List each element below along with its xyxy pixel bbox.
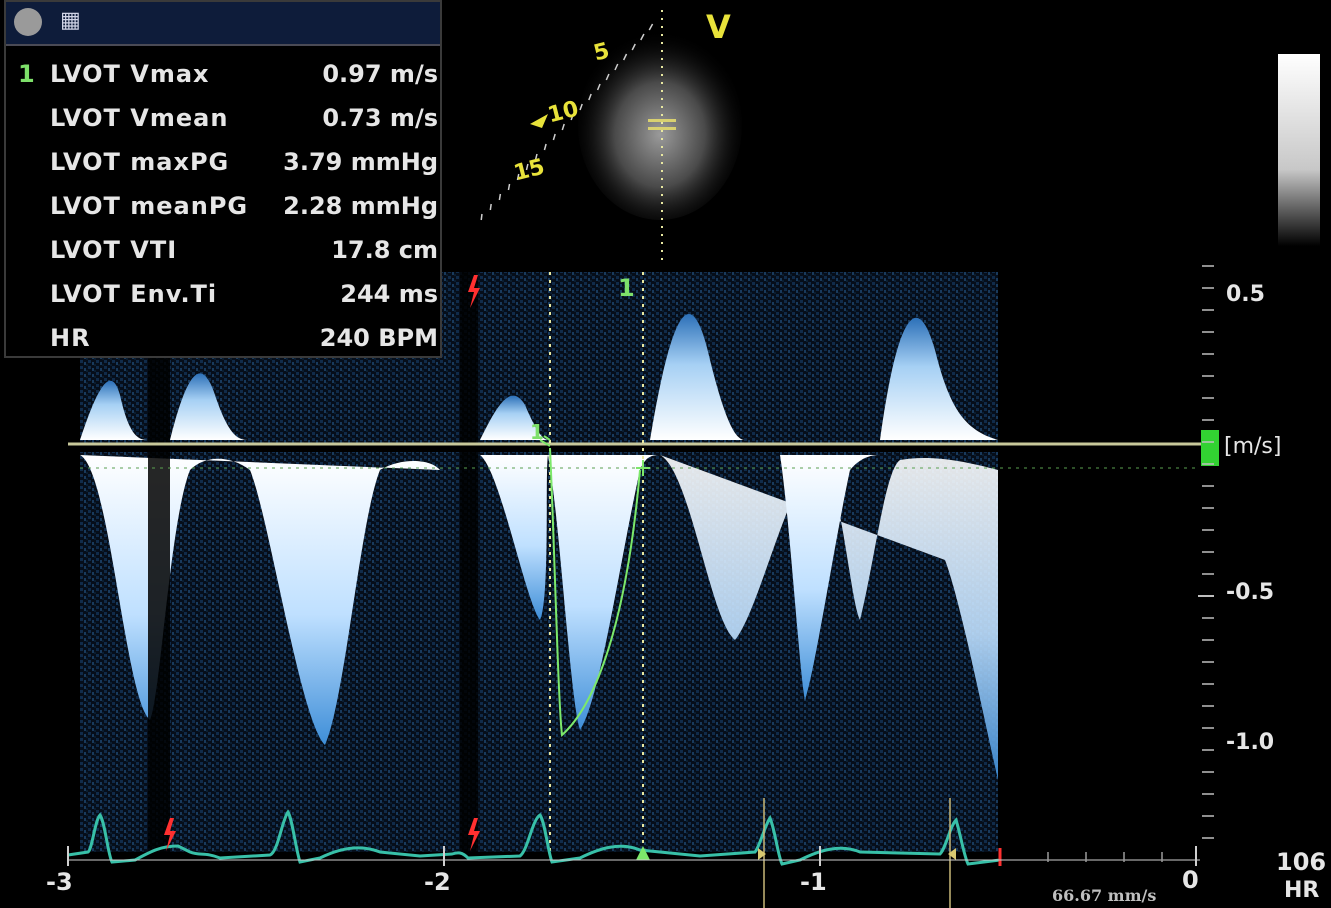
measurement-label: LVOT VTI — [50, 236, 178, 264]
time-label-zero: 0 — [1182, 866, 1199, 894]
sample-volume-bottom — [648, 127, 676, 130]
measurement-row[interactable]: HR 240 BPM — [6, 316, 442, 360]
depth-tick — [648, 23, 654, 31]
time-label-minus-1: -1 — [800, 868, 827, 896]
depth-tick — [507, 183, 511, 191]
bmode-sector — [480, 10, 742, 265]
time-label-minus-2: -2 — [424, 868, 451, 896]
measurement-row[interactable]: LVOT meanPG 2.28 mmHg — [6, 184, 442, 228]
velocity-scale — [1198, 265, 1214, 839]
orientation-marker: V — [706, 8, 731, 46]
depth-tick — [543, 143, 547, 151]
measurement-panel: ▦ 1 LVOT Vmax 0.97 m/s LVOT Vmean 0.73 m/s LV… — [4, 0, 442, 358]
spectrum-gap — [460, 272, 478, 852]
scale-label-negative-one: -1.0 — [1226, 730, 1275, 755]
depth-tick — [498, 193, 502, 201]
scale-label-negative-half: -0.5 — [1226, 580, 1275, 605]
focus-triangle-icon — [530, 114, 548, 128]
baseline-handle[interactable] — [1201, 430, 1219, 466]
depth-tick — [480, 213, 483, 221]
measurement-label: LVOT maxPG — [50, 148, 230, 176]
record-button[interactable] — [14, 8, 42, 36]
scale-unit-label: [m/s] — [1224, 434, 1282, 459]
measurement-row[interactable]: LVOT maxPG 3.79 mmHg — [6, 140, 442, 184]
measurement-label: LVOT Vmax — [50, 60, 210, 88]
heart-rate-label: HR — [1284, 878, 1320, 903]
measurement-label: LVOT meanPG — [50, 192, 249, 220]
depth-tick — [489, 203, 492, 211]
sample-volume-top — [648, 119, 676, 122]
measurement-row[interactable]: 1 LVOT Vmax 0.97 m/s — [6, 52, 442, 96]
measurement-row[interactable]: LVOT Vmean 0.73 m/s — [6, 96, 442, 140]
measurement-value: 2.28 mmHg — [283, 192, 438, 220]
measurement-row[interactable]: LVOT Env.Ti 244 ms — [6, 272, 442, 316]
grayscale-bar — [1278, 54, 1320, 246]
measurement-value: 244 ms — [340, 280, 438, 308]
measurement-value: 17.8 cm — [331, 236, 438, 264]
measurement-value: 0.97 m/s — [322, 60, 438, 88]
measurement-value: 3.79 mmHg — [283, 148, 438, 176]
calculator-icon[interactable]: ▦ — [60, 6, 90, 36]
measurement-label: LVOT Env.Ti — [50, 280, 218, 308]
measurement-value: 0.73 m/s — [322, 104, 438, 132]
measurement-panel-titlebar: ▦ — [6, 2, 440, 46]
heart-rate-value: 106 — [1276, 848, 1327, 876]
depth-tick — [552, 133, 556, 141]
scale-label-positive: 0.5 — [1226, 282, 1265, 307]
measurement-index: 1 — [18, 60, 35, 88]
trace-start-label: 1 — [530, 420, 544, 444]
measurement-label: HR — [50, 324, 91, 352]
cursor-index-label: 1 — [618, 274, 635, 302]
measurement-value: 240 BPM — [319, 324, 438, 352]
time-label-minus-3: -3 — [46, 868, 73, 896]
measurement-label: LVOT Vmean — [50, 104, 229, 132]
ultrasound-display: ▦ 1 LVOT Vmax 0.97 m/s LVOT Vmean 0.73 m/s LV… — [0, 0, 1331, 908]
sweep-speed-label: 66.67 mm/s — [1052, 886, 1157, 905]
measurement-row[interactable]: LVOT VTI 17.8 cm — [6, 228, 442, 272]
